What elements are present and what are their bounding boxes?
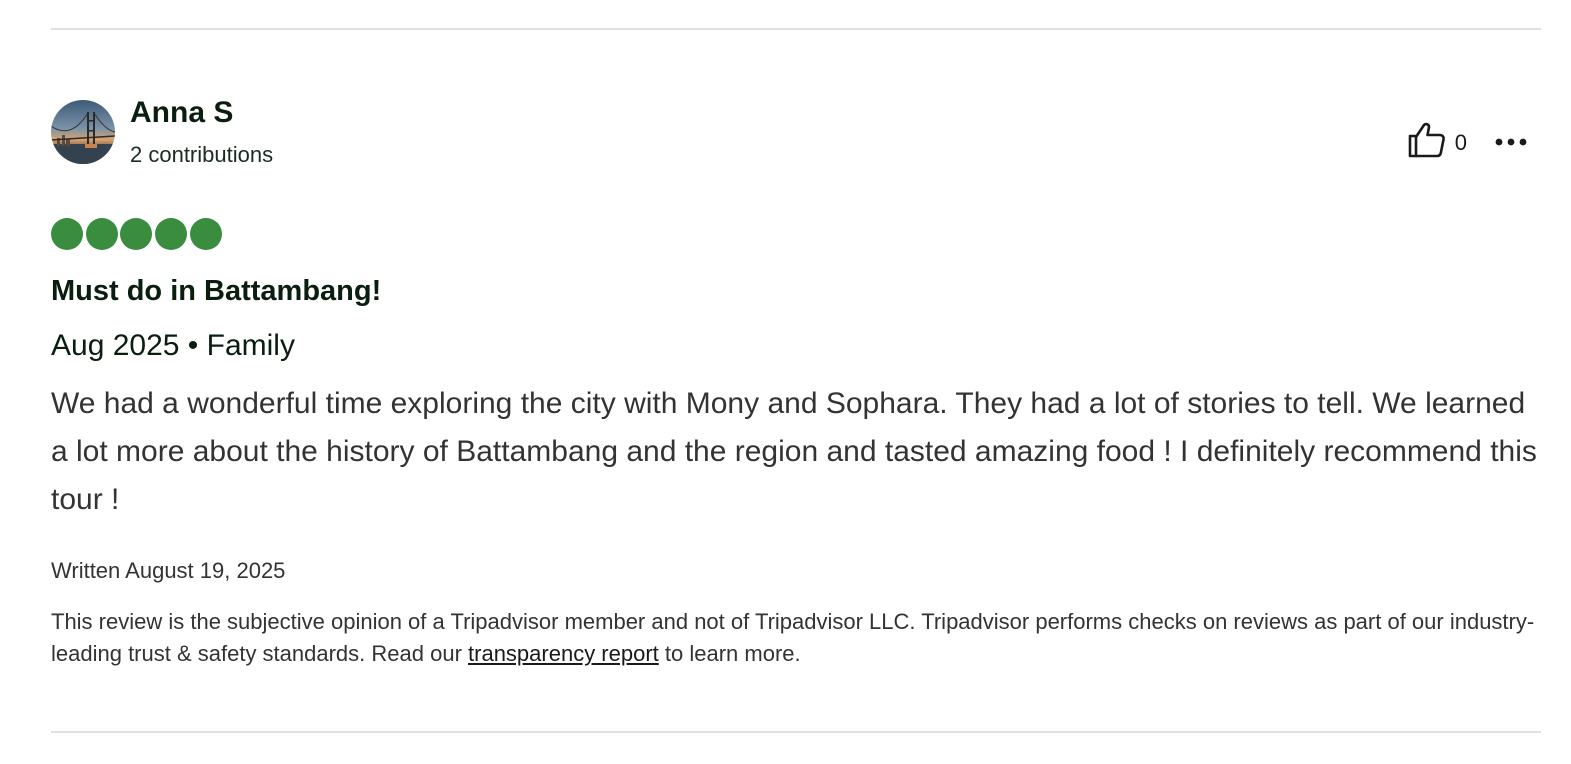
rating-bubble-icon xyxy=(120,218,153,250)
more-options-button[interactable] xyxy=(1495,134,1527,152)
rating-bubble-icon xyxy=(155,218,188,250)
helpful-vote-button[interactable]: 0 xyxy=(1408,122,1467,163)
review-meta: Aug 2025 • Family xyxy=(51,329,295,362)
rating-bubble-icon xyxy=(85,218,118,250)
avatar[interactable] xyxy=(51,100,115,164)
review-disclaimer: This review is the subjective opinion of… xyxy=(51,606,1541,670)
review-header: Anna S 2 contributions 0 xyxy=(51,96,1541,167)
rating-bubble-icon xyxy=(189,218,222,250)
user-name-link[interactable]: Anna S xyxy=(130,96,233,130)
more-options-icon xyxy=(1495,134,1527,152)
top-divider xyxy=(51,28,1541,30)
rating-bubble-icon xyxy=(51,218,83,250)
review-card: Anna S 2 contributions 0 Must do in Batt… xyxy=(51,96,1541,666)
disclaimer-text-after: to learn more. xyxy=(658,641,801,666)
written-date: Written August 19, 2025 xyxy=(51,558,286,583)
thumbs-up-icon xyxy=(1408,122,1446,163)
review-actions: 0 xyxy=(1408,122,1527,163)
rating-bubbles xyxy=(51,218,224,250)
contributions-count: 2 contributions xyxy=(130,142,274,167)
transparency-report-link[interactable]: transparency report xyxy=(468,641,659,666)
helpful-count: 0 xyxy=(1454,129,1467,155)
review-title[interactable]: Must do in Battambang! xyxy=(51,275,381,308)
bottom-divider xyxy=(51,731,1541,733)
review-body: We had a wonderful time exploring the ci… xyxy=(51,387,1537,516)
